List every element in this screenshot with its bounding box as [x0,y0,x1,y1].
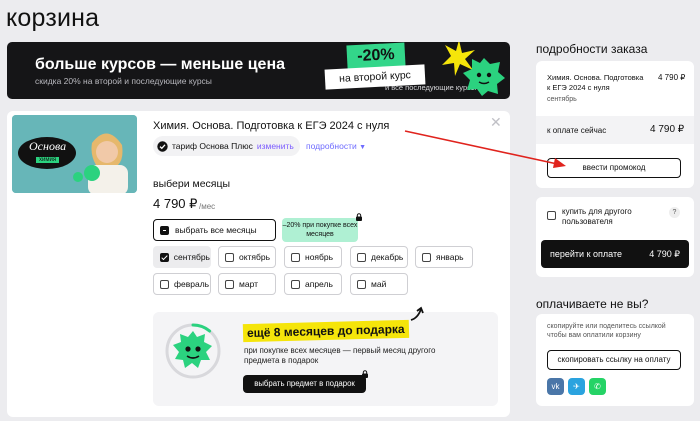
month-option[interactable]: январь [415,246,473,268]
month-option[interactable]: май [350,273,408,295]
order-details-heading: подробности заказа [536,42,648,56]
month-checkbox [225,279,234,289]
buy-for-other-checkbox[interactable] [547,211,556,220]
arrow-up-icon [410,306,424,321]
share-description: скопируйте или поделитесь ссылкой чтобы … [547,323,666,339]
help-icon[interactable]: ? [669,207,680,218]
month-checkbox [160,252,169,262]
choose-gift-button[interactable]: выбрать предмет в подарок [243,375,366,393]
month-label: сентябрь [173,252,210,262]
month-option[interactable]: март [218,273,276,295]
order-item-name: Химия. Основа. Подготовка к ЕГЭ 2024 с н… [547,73,644,92]
pay-now-label: к оплате сейчас [547,126,607,135]
not-you-paying-heading: оплачиваете не вы? [536,297,649,311]
month-checkbox [291,279,300,289]
go-to-payment-label: перейти к оплате [550,249,622,259]
page-title: корзина [6,4,100,32]
discount-hint-badge: –20% при покупке всех месяцев [282,218,358,242]
tariff-label: тариф Основа Плюс [172,141,253,151]
month-label: май [371,279,387,289]
banner-title: больше курсов — меньше цена [35,56,286,73]
month-label: февраль [174,279,210,289]
chevron-down-icon: ▼ [359,144,367,151]
month-label: ноябрь [305,252,334,262]
banner-subtitle: скидка 20% на второй и последующие курсы [35,76,212,86]
month-option[interactable]: сентябрь [153,246,211,268]
course-thumbnail: Основа химия [12,115,137,193]
month-checkbox [291,252,300,262]
select-all-months-button[interactable]: выбрать все месяцы [153,219,276,241]
details-dropdown[interactable]: подробности ▼ [306,141,366,151]
course-title: Химия. Основа. Подготовка к ЕГЭ 2024 с н… [153,120,390,132]
month-label: декабрь [371,252,404,262]
order-item-price: 4 790 ₽ [658,73,686,82]
mascot-icon [463,58,505,96]
details-label: подробности [306,141,357,151]
order-item-month: сентябрь [547,96,577,103]
per-month-label: /мес [199,202,216,211]
copy-payment-link-button[interactable]: скопировать ссылку на оплату [547,350,681,370]
month-option[interactable]: февраль [153,273,211,295]
month-checkbox [225,252,234,262]
month-checkbox [160,279,169,289]
month-checkbox [357,279,366,289]
months-heading: выбери месяцы [153,178,231,190]
gift-progress-icon [165,323,221,379]
vk-icon[interactable]: vk [547,378,564,395]
enter-promo-code-button[interactable]: ввести промокод [547,158,681,178]
month-label: март [239,279,259,289]
whatsapp-icon[interactable]: ✆ [589,378,606,395]
month-checkbox [422,252,431,262]
change-tariff-link[interactable]: изменить [257,141,294,151]
telegram-icon[interactable]: ✈ [568,378,585,395]
lock-icon [362,370,368,378]
month-label: апрель [305,279,333,289]
buy-for-other-label[interactable]: купить для другого пользователя [562,207,652,227]
tariff-chip: тариф Основа Плюс изменить [153,136,300,156]
month-option[interactable]: апрель [284,273,342,295]
thumbnail-sub: химия [36,157,60,163]
month-option[interactable]: декабрь [350,246,408,268]
month-label: октябрь [239,252,271,262]
month-label: январь [436,252,464,262]
gift-description: при покупке всех месяцев — первый месяц … [244,346,436,365]
pay-now-value: 4 790 ₽ [650,124,685,135]
tariff-check-icon [157,140,168,152]
month-option[interactable]: ноябрь [284,246,342,268]
course-price: 4 790 ₽ [153,196,198,211]
month-option[interactable]: октябрь [218,246,276,268]
go-to-payment-price: 4 790 ₽ [649,248,680,259]
select-all-label: выбрать все месяцы [175,225,257,235]
select-all-checkbox [160,225,169,235]
thumbnail-label: Основа [29,139,67,153]
promo-banner[interactable]: больше курсов — меньше цена скидка 20% н… [7,42,510,99]
lock-icon [356,213,362,221]
go-to-payment-button[interactable]: перейти к оплате 4 790 ₽ [541,240,689,268]
close-icon[interactable]: ✕ [490,114,502,131]
month-checkbox [357,252,366,262]
